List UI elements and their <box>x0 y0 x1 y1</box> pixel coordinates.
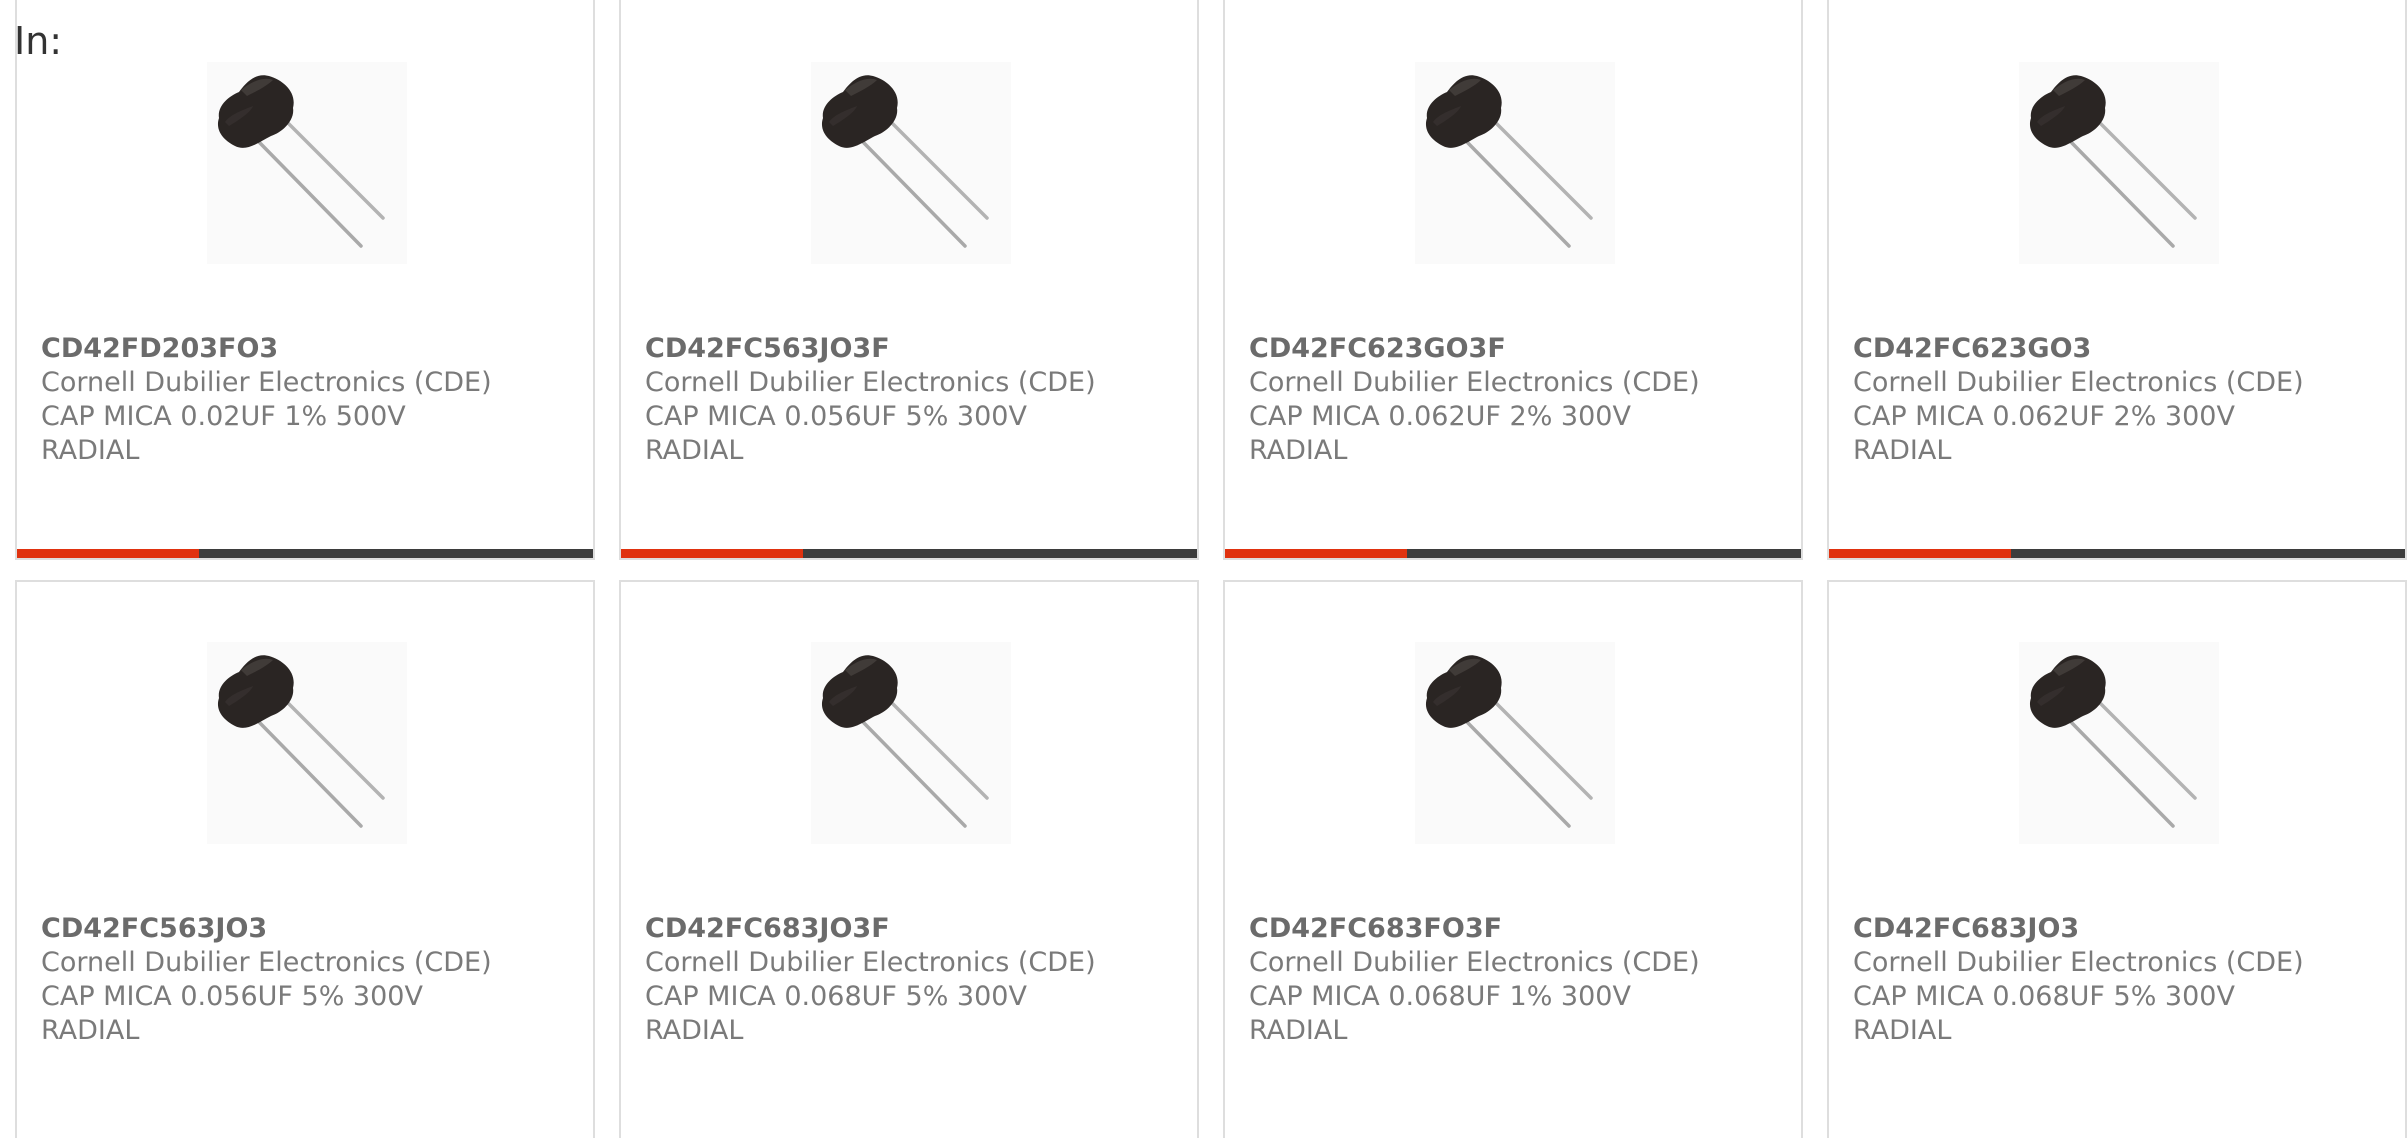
product-card[interactable]: CD42FC563JO3F Cornell Dubilier Electroni… <box>619 0 1199 560</box>
product-card[interactable]: CD42FC683FO3F Cornell Dubilier Electroni… <box>1223 580 1803 1138</box>
card-footer-bar <box>1225 549 1801 558</box>
manufacturer: Cornell Dubilier Electronics (CDE) <box>1853 367 2304 398</box>
mica-capacitor-icon <box>207 642 407 844</box>
description-line-1: CAP MICA 0.068UF 1% 300V <box>1249 981 1631 1012</box>
product-card[interactable]: CD42FC623GO3F Cornell Dubilier Electroni… <box>1223 0 1803 560</box>
manufacturer: Cornell Dubilier Electronics (CDE) <box>41 367 492 398</box>
description-line-2: RADIAL <box>1853 1015 1952 1046</box>
product-grid-page: In: CD42FD203FO3 Cornell Dubilier Electr… <box>0 0 2408 1138</box>
card-footer-accent <box>1225 549 1407 558</box>
card-footer-accent <box>17 549 199 558</box>
description-line-1: CAP MICA 0.056UF 5% 300V <box>41 981 423 1012</box>
mica-capacitor-icon <box>811 642 1011 844</box>
description-line-2: RADIAL <box>1249 1015 1348 1046</box>
product-card-text: CD42FC683JO3 Cornell Dubilier Electronic… <box>1853 912 2385 1048</box>
product-card-text: CD42FC623GO3F Cornell Dubilier Electroni… <box>1249 332 1781 468</box>
description-line-1: CAP MICA 0.02UF 1% 500V <box>41 401 406 432</box>
product-grid: CD42FD203FO3 Cornell Dubilier Electronic… <box>15 0 2408 1138</box>
part-number[interactable]: CD42FC683JO3 <box>1853 912 2385 946</box>
product-card-text: CD42FC683FO3F Cornell Dubilier Electroni… <box>1249 912 1781 1048</box>
part-number[interactable]: CD42FC623GO3 <box>1853 332 2385 366</box>
card-footer-bar <box>1829 549 2405 558</box>
description-line-2: RADIAL <box>645 435 744 466</box>
product-card[interactable]: CD42FC683JO3 Cornell Dubilier Electronic… <box>1827 580 2407 1138</box>
product-card-text: CD42FC683JO3F Cornell Dubilier Electroni… <box>645 912 1177 1048</box>
card-footer-bar <box>17 549 593 558</box>
part-number[interactable]: CD42FC683JO3F <box>645 912 1177 946</box>
manufacturer: Cornell Dubilier Electronics (CDE) <box>41 947 492 978</box>
card-footer-bar <box>621 549 1197 558</box>
part-number[interactable]: CD42FC683FO3F <box>1249 912 1781 946</box>
part-number[interactable]: CD42FC563JO3 <box>41 912 573 946</box>
description-line-1: CAP MICA 0.068UF 5% 300V <box>1853 981 2235 1012</box>
description-line-1: CAP MICA 0.062UF 2% 300V <box>1853 401 2235 432</box>
manufacturer: Cornell Dubilier Electronics (CDE) <box>645 367 1096 398</box>
description-line-1: CAP MICA 0.056UF 5% 300V <box>645 401 1027 432</box>
description-line-2: RADIAL <box>41 435 140 466</box>
product-card-text: CD42FC563JO3 Cornell Dubilier Electronic… <box>41 912 573 1048</box>
product-card[interactable]: CD42FC563JO3 Cornell Dubilier Electronic… <box>15 580 595 1138</box>
mica-capacitor-icon <box>2019 642 2219 844</box>
card-footer-accent <box>621 549 803 558</box>
description-line-2: RADIAL <box>41 1015 140 1046</box>
manufacturer: Cornell Dubilier Electronics (CDE) <box>1249 367 1700 398</box>
description-line-2: RADIAL <box>645 1015 744 1046</box>
mica-capacitor-icon <box>1415 62 1615 264</box>
description-line-2: RADIAL <box>1853 435 1952 466</box>
product-card-text: CD42FC623GO3 Cornell Dubilier Electronic… <box>1853 332 2385 468</box>
card-footer-accent <box>1829 549 2011 558</box>
part-number[interactable]: CD42FC623GO3F <box>1249 332 1781 366</box>
part-number[interactable]: CD42FD203FO3 <box>41 332 573 366</box>
part-number[interactable]: CD42FC563JO3F <box>645 332 1177 366</box>
product-card-text: CD42FD203FO3 Cornell Dubilier Electronic… <box>41 332 573 468</box>
manufacturer: Cornell Dubilier Electronics (CDE) <box>1853 947 2304 978</box>
mica-capacitor-icon <box>2019 62 2219 264</box>
product-card-text: CD42FC563JO3F Cornell Dubilier Electroni… <box>645 332 1177 468</box>
mica-capacitor-icon <box>1415 642 1615 844</box>
description-line-1: CAP MICA 0.068UF 5% 300V <box>645 981 1027 1012</box>
product-card[interactable]: CD42FC683JO3F Cornell Dubilier Electroni… <box>619 580 1199 1138</box>
manufacturer: Cornell Dubilier Electronics (CDE) <box>1249 947 1700 978</box>
in-label: In: <box>14 19 63 63</box>
manufacturer: Cornell Dubilier Electronics (CDE) <box>645 947 1096 978</box>
mica-capacitor-icon <box>811 62 1011 264</box>
description-line-2: RADIAL <box>1249 435 1348 466</box>
description-line-1: CAP MICA 0.062UF 2% 300V <box>1249 401 1631 432</box>
product-card[interactable]: CD42FD203FO3 Cornell Dubilier Electronic… <box>15 0 595 560</box>
mica-capacitor-icon <box>207 62 407 264</box>
product-card[interactable]: CD42FC623GO3 Cornell Dubilier Electronic… <box>1827 0 2407 560</box>
